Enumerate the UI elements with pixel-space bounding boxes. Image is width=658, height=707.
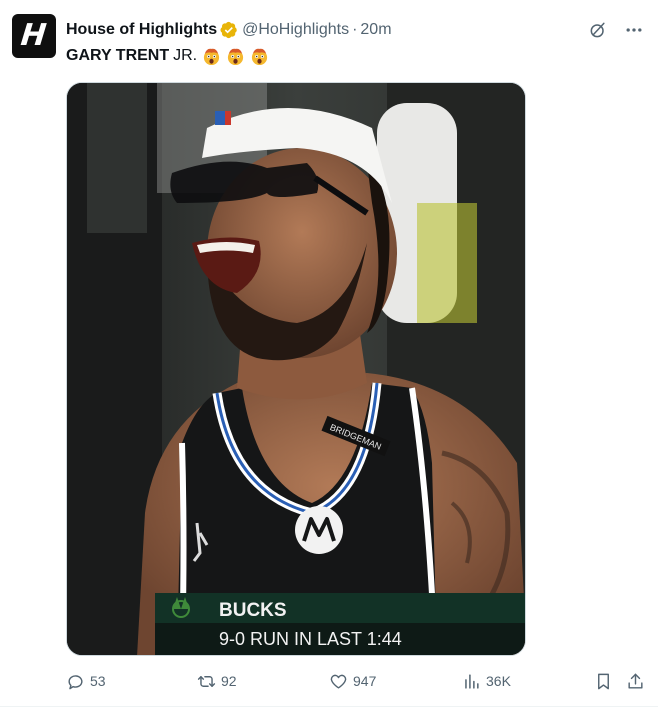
verified-badge-icon[interactable] [220,21,238,39]
reply-icon [68,674,83,689]
display-name[interactable]: House of Highlights [66,21,217,39]
grok-icon[interactable] [586,18,610,42]
tweet-top-actions [586,18,646,42]
views-icon [465,673,479,689]
retweet-icon [197,675,216,687]
share-button[interactable] [626,670,650,692]
heart-icon [330,674,347,689]
timestamp[interactable]: 20m [360,21,391,39]
exploding-head-emoji-icon [250,47,269,66]
separator-dot: · [352,21,358,38]
more-icon[interactable] [622,18,646,42]
bookmark-button[interactable] [594,670,618,692]
reply-button[interactable]: 53 [66,670,106,692]
tweet-text: GARY TRENT JR. [66,45,269,67]
avatar[interactable]: H [12,14,56,58]
avatar-logo: H [19,18,49,53]
exploding-head-emoji-icon [226,47,245,66]
scoreboard-text: 9-0 RUN IN LAST 1:44 [219,629,402,649]
exploding-head-emoji-icon [202,47,221,66]
views-button[interactable]: 36K [462,670,511,692]
author-handle[interactable]: @HoHighlights [242,21,349,39]
reply-count: 53 [90,673,106,689]
tweet-text-regular: JR. [173,47,198,64]
retweet-button[interactable]: 92 [197,670,237,692]
bookmark-icon [598,673,609,689]
tweet-card[interactable]: H House of Highlights @HoHighlights · 20… [0,0,658,707]
tweet-media-image[interactable]: BRIDGEMAN BUCKS 9-0 RUN IN LAST 1:44 [66,82,526,656]
retweet-count: 92 [221,673,237,689]
tweet-text-bold: GARY TRENT [66,47,170,64]
tweet-header: House of Highlights @HoHighlights · 20m [66,20,392,40]
like-count: 947 [353,673,377,689]
share-icon [628,673,643,689]
views-count: 36K [486,673,511,689]
like-button[interactable]: 947 [329,670,376,692]
scoreboard-team: BUCKS [219,600,287,621]
tweet-actions: 53 92 947 36K [66,670,646,692]
